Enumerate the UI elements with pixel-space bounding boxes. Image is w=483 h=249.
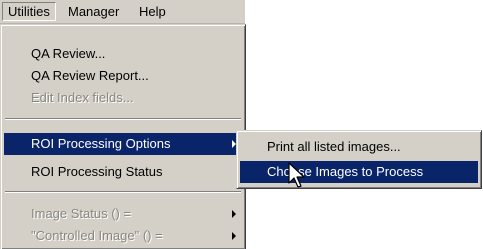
roi-processing-submenu: Print all listed images... Choose Images… (236, 130, 482, 189)
menu-item-controlled-image: "Controlled Image" () = (4, 225, 242, 247)
menu-help[interactable]: Help (134, 2, 171, 21)
menu-item-label: QA Review Report... (31, 68, 149, 83)
menu-item-label: ROI Processing Status (31, 164, 163, 179)
menu-bar: Utilities Manager Help (0, 0, 245, 24)
menu-item-print-all-listed-images[interactable]: Print all listed images... (240, 136, 478, 158)
menu-manager[interactable]: Manager (63, 2, 124, 21)
menu-utilities[interactable]: Utilities (2, 2, 56, 21)
submenu-arrow-icon (232, 232, 236, 240)
menu-item-qa-review[interactable]: QA Review... (4, 43, 242, 65)
menu-item-label: Print all listed images... (267, 139, 401, 154)
menu-separator (5, 118, 241, 120)
arrow-pointer-icon (288, 162, 305, 188)
menu-separator (5, 191, 241, 193)
menu-item-label: ROI Processing Options (31, 136, 171, 151)
menu-item-label: QA Review... (31, 46, 106, 61)
menu-item-roi-processing-status[interactable]: ROI Processing Status (4, 161, 242, 183)
menu-item-choose-images-to-process[interactable]: Choose Images to Process (240, 161, 478, 183)
menu-item-qa-review-report[interactable]: QA Review Report... (4, 65, 242, 87)
menu-item-label: Image Status () = (31, 206, 132, 221)
menu-item-roi-processing-options[interactable]: ROI Processing Options (4, 133, 242, 155)
submenu-arrow-icon (232, 210, 236, 218)
menu-item-label: "Controlled Image" () = (31, 228, 163, 243)
utilities-dropdown-menu: QA Review... QA Review Report... Edit In… (0, 24, 246, 249)
menu-item-image-status: Image Status () = (4, 203, 242, 225)
menu-item-edit-index-fields: Edit Index fields... (4, 87, 242, 109)
menu-item-label: Edit Index fields... (31, 90, 134, 105)
